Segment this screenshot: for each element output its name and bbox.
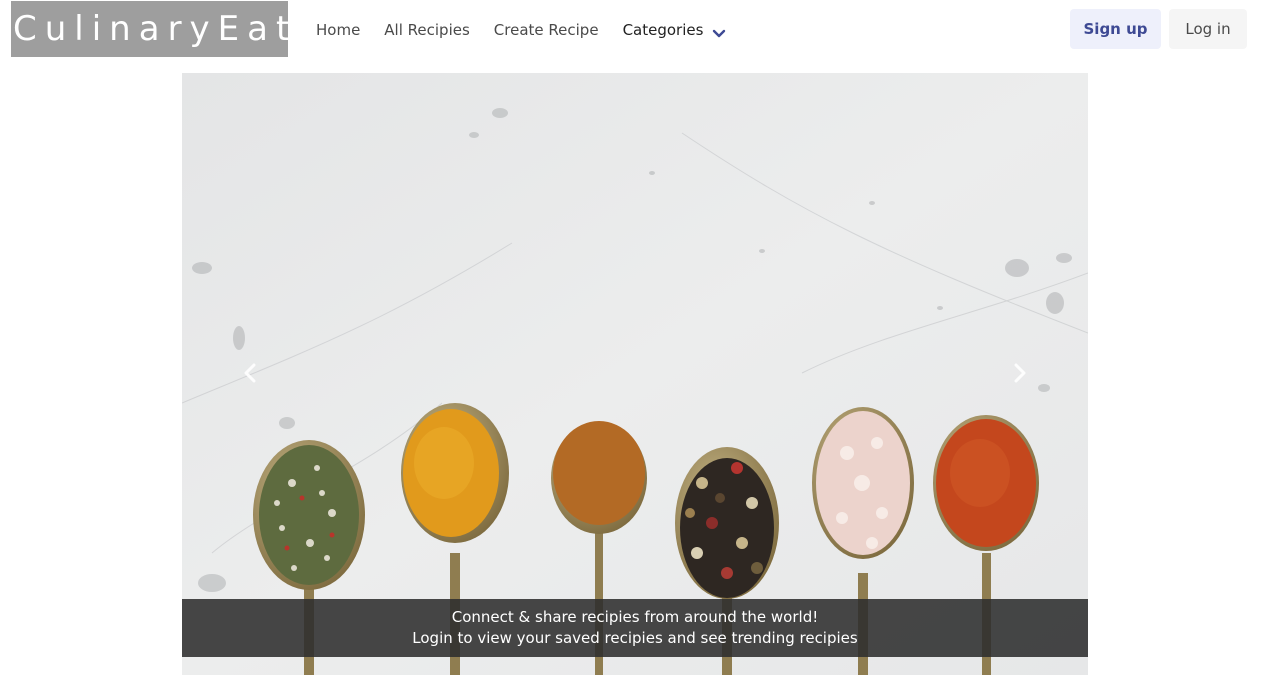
main-nav: Home All Recipies Create Recipe Categori… [316, 17, 726, 43]
nav-create-recipe[interactable]: Create Recipe [494, 21, 599, 39]
brand-logo[interactable]: CulinaryEats [11, 1, 288, 57]
navbar: CulinaryEats Home All Recipies Create Re… [0, 0, 1267, 60]
nav-all-recipes[interactable]: All Recipies [384, 21, 470, 39]
nav-categories-dropdown[interactable]: Categories [623, 21, 727, 39]
caption-line-1: Connect & share recipies from around the… [451, 608, 819, 626]
carousel-caption: Connect & share recipies from around the… [182, 599, 1088, 657]
nav-categories-label: Categories [622, 21, 704, 39]
carousel-next-button[interactable] [1008, 363, 1032, 387]
carousel-prev-button[interactable] [238, 363, 262, 387]
hero-carousel[interactable]: Connect & share recipies from around the… [182, 73, 1088, 675]
chevron-left-icon [243, 363, 257, 388]
caption-line-2: Login to view your saved recipies and se… [412, 629, 858, 647]
nav-home[interactable]: Home [316, 21, 360, 39]
spices-hero-image [182, 73, 1088, 675]
chevron-right-icon [1013, 363, 1027, 388]
login-button[interactable]: Log in [1169, 9, 1247, 49]
chevron-down-icon [712, 25, 726, 38]
signup-button[interactable]: Sign up [1070, 9, 1161, 49]
